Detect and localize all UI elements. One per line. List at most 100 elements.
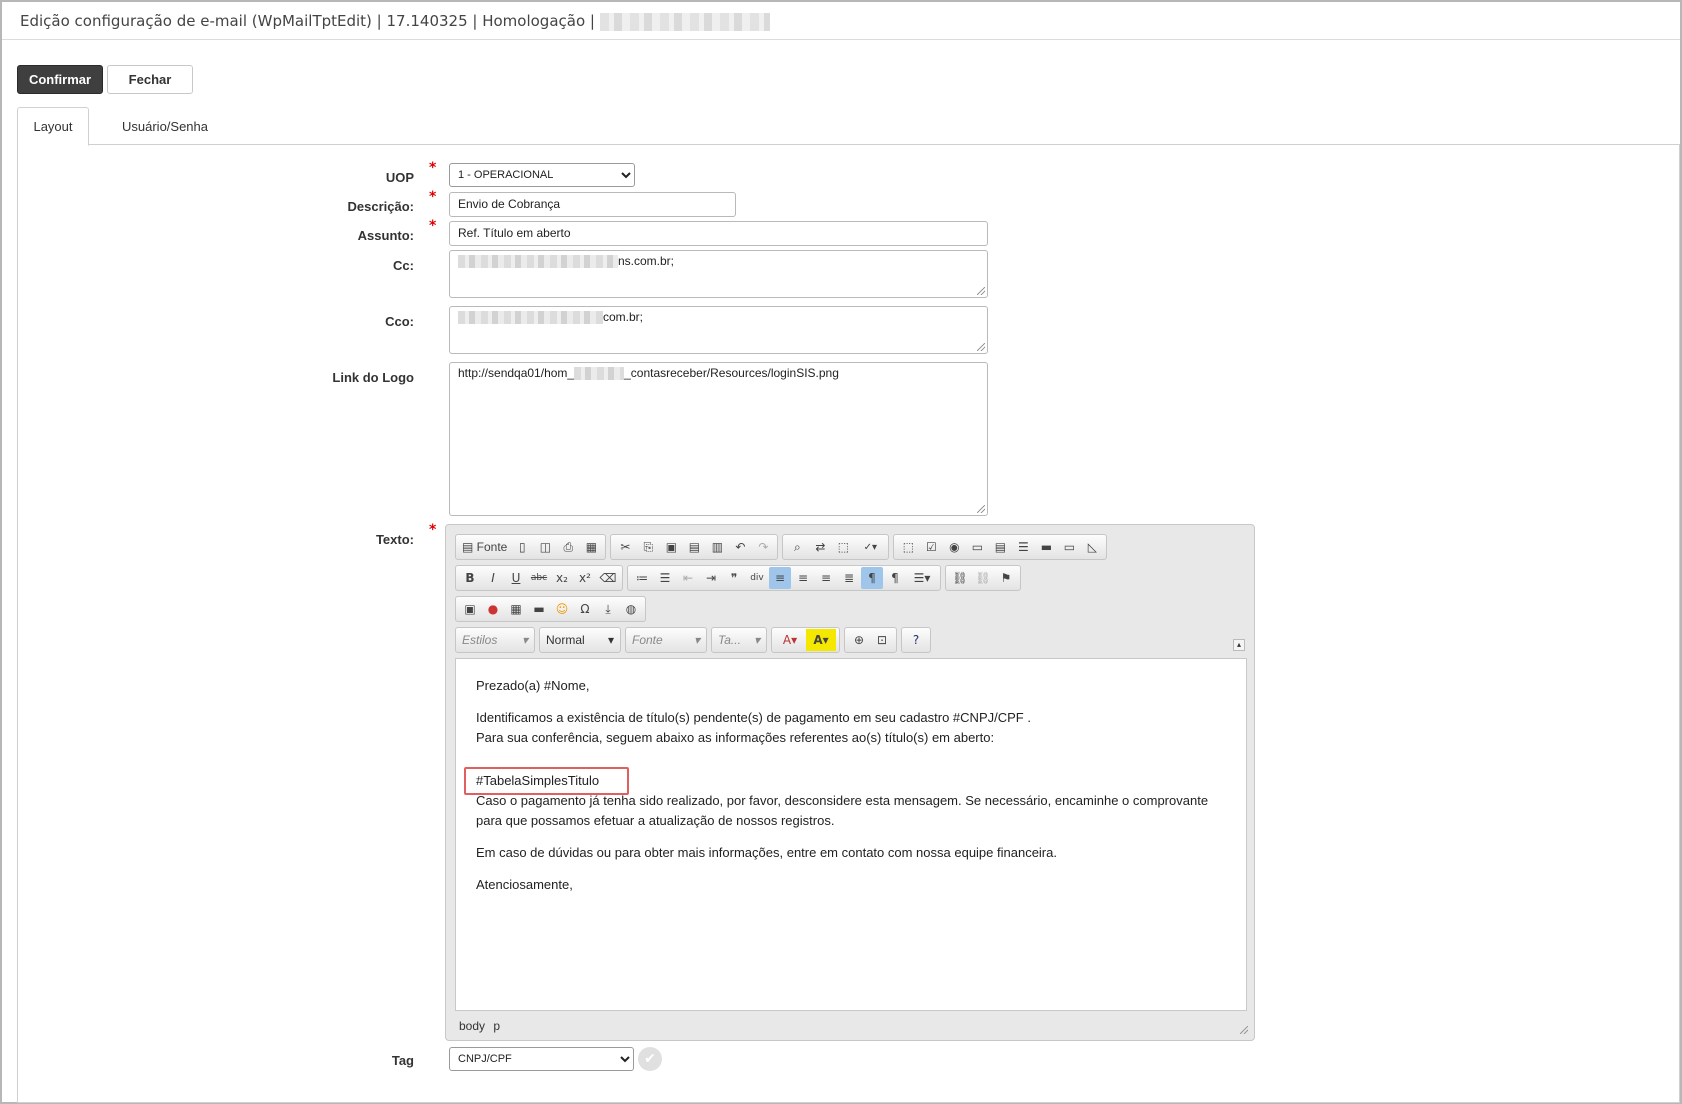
undo-icon[interactable]: ↶ [729,536,751,558]
language-icon[interactable]: ☰▾ [907,567,937,589]
collapse-toolbar-icon[interactable]: ▴ [1233,639,1245,651]
textfield-icon[interactable]: ▭ [966,536,988,558]
create-div-icon[interactable]: div [746,567,768,589]
align-left-icon[interactable]: ≡ [769,567,791,589]
form-icon[interactable]: ⬚ [897,536,919,558]
toolbar-row-3: ▣ ● ▦ ▬ ☺ Ω ⤓ ◍ [455,596,646,622]
italic-icon[interactable]: I [482,567,504,589]
bulleted-list-icon[interactable]: ☰ [654,567,676,589]
required-mark: * [429,522,437,538]
resize-handle[interactable] [977,287,985,295]
element-path[interactable]: body p [459,1019,500,1033]
background-color-icon[interactable]: A▾ [806,629,836,651]
paste-icon[interactable]: ▣ [660,536,682,558]
checkbox-icon[interactable]: ☑ [920,536,942,558]
align-center-icon[interactable]: ≡ [792,567,814,589]
toolbar-group-paragraph: ≔ ☰ ⇤ ⇥ ❞ div ≡ ≡ ≡ ≣ ¶ ¶ ☰▾ [627,565,941,591]
tag-select[interactable]: CNPJ/CPF [449,1047,634,1071]
anchor-icon[interactable]: ⚑ [995,567,1017,589]
rich-text-editor: ▤ Fonte ▯ ◫ ⎙ ▦ ✂ ⎘ ▣ ▤ ▥ ↶ ↷ ⌕ ⇄ ⬚ ✓▾ ⬚… [445,524,1255,1041]
copy-icon[interactable]: ⎘ [637,536,659,558]
subscript-icon[interactable]: x₂ [551,567,573,589]
required-mark: * [429,160,437,176]
cut-icon[interactable]: ✂ [614,536,636,558]
find-icon[interactable]: ⌕ [786,536,808,558]
resize-handle[interactable] [977,343,985,351]
numbered-list-icon[interactable]: ≔ [631,567,653,589]
unlink-icon[interactable]: ⛓ [972,567,994,589]
special-char-icon[interactable]: Ω [574,598,596,620]
toolbar-group-insert: ▣ ● ▦ ▬ ☺ Ω ⤓ ◍ [455,596,646,622]
assunto-input[interactable]: Ref. Título em aberto [449,221,988,246]
cc-textarea[interactable]: ns.com.br; [449,250,988,298]
flash-icon[interactable]: ● [482,598,504,620]
image-button-icon[interactable]: ▭ [1058,536,1080,558]
outdent-icon[interactable]: ⇤ [677,567,699,589]
uop-select[interactable]: 1 - OPERACIONAL [449,163,635,187]
font-combo[interactable]: Fonte ▾ [625,627,707,653]
indent-icon[interactable]: ⇥ [700,567,722,589]
templates-icon[interactable]: ▦ [580,536,602,558]
bold-icon[interactable]: B [459,567,481,589]
help-icon[interactable]: ? [905,629,927,651]
horizontal-rule-icon[interactable]: ▬ [528,598,550,620]
rtl-icon[interactable]: ¶ [884,567,906,589]
maximize-icon[interactable]: ⊕ [848,629,870,651]
confirm-button[interactable]: Confirmar [17,65,103,94]
source-button[interactable]: ▤ Fonte [459,536,510,558]
editor-resize-handle[interactable] [1240,1026,1248,1034]
insert-tag-check-icon[interactable]: ✔ [638,1047,662,1071]
tab-layout[interactable]: Layout [17,107,89,146]
paste-text-icon[interactable]: ▤ [683,536,705,558]
resize-handle[interactable] [977,505,985,513]
text-color-icon[interactable]: A▾ [775,629,805,651]
format-combo[interactable]: Normal ▾ [539,627,621,653]
size-combo[interactable]: Ta... ▾ [711,627,767,653]
image-icon[interactable]: ▣ [459,598,481,620]
page-break-icon[interactable]: ⤓ [597,598,619,620]
link-logo-value-end: _contasreceber/Resources/loginSIS.png [624,366,839,380]
smiley-icon[interactable]: ☺ [551,598,573,620]
underline-icon[interactable]: U [505,567,527,589]
descricao-label: Descrição: [347,199,414,214]
cco-textarea[interactable]: com.br; [449,306,988,354]
dropdown-arrow-icon: ▾ [607,633,614,647]
required-mark: * [429,218,437,234]
iframe-icon[interactable]: ◍ [620,598,642,620]
new-page-icon[interactable]: ▯ [511,536,533,558]
textarea-icon[interactable]: ▤ [989,536,1011,558]
tab-usuario-senha[interactable]: Usuário/Senha [107,107,223,145]
replace-icon[interactable]: ⇄ [809,536,831,558]
editor-content[interactable]: Prezado(a) #Nome, Identificamos a existê… [455,658,1247,1011]
blockquote-icon[interactable]: ❞ [723,567,745,589]
show-blocks-icon[interactable]: ⊡ [871,629,893,651]
button-field-icon[interactable]: ▬ [1035,536,1057,558]
preview-icon[interactable]: ◫ [534,536,556,558]
dropdown-arrow-icon: ▾ [753,633,760,647]
ltr-icon[interactable]: ¶ [861,567,883,589]
email-line-2: Para sua conferência, seguem abaixo as i… [476,730,995,745]
close-button[interactable]: Fechar [107,65,193,94]
superscript-icon[interactable]: x² [574,567,596,589]
styles-combo[interactable]: Estilos ▾ [455,627,535,653]
strike-icon[interactable]: abc [528,567,550,589]
redo-icon[interactable]: ↷ [752,536,774,558]
radio-icon[interactable]: ◉ [943,536,965,558]
table-icon[interactable]: ▦ [505,598,527,620]
descricao-input[interactable]: Envio de Cobrança [449,192,736,217]
link-logo-textarea[interactable]: http://sendqa01/hom_ _contasreceber/Resou… [449,362,988,516]
select-all-icon[interactable]: ⬚ [832,536,854,558]
align-justify-icon[interactable]: ≣ [838,567,860,589]
select-field-icon[interactable]: ☰ [1012,536,1034,558]
uop-label: UOP [385,170,414,185]
print-icon[interactable]: ⎙ [557,536,579,558]
font-combo-label: Fonte [632,633,663,647]
spellcheck-icon[interactable]: ✓▾ [855,536,885,558]
remove-format-icon[interactable]: ⌫ [597,567,619,589]
styles-combo-label: Estilos [462,633,498,647]
paste-word-icon[interactable]: ▥ [706,536,728,558]
link-icon[interactable]: ⛓ [949,567,971,589]
redacted-path [574,367,625,381]
hidden-field-icon[interactable]: ◺ [1081,536,1103,558]
align-right-icon[interactable]: ≡ [815,567,837,589]
